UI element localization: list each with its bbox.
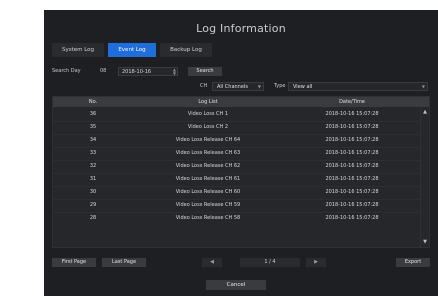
header-log-list: Log List	[198, 99, 218, 105]
channel-select[interactable]: All Channels ▼	[212, 82, 264, 91]
row-time: 2018-10-16 15:07:28	[325, 124, 379, 130]
row-no: 34	[89, 137, 97, 143]
tab-backup-log[interactable]: Backup Log	[160, 43, 212, 57]
scroll-down-icon[interactable]: ▼	[422, 239, 428, 245]
table-scrollbar[interactable]: ▲ ▼	[420, 107, 429, 247]
channel-select-value: All Channels	[217, 84, 248, 90]
type-label: Type	[274, 83, 286, 89]
search-date-value: 2018-10-16	[122, 69, 152, 75]
table-row[interactable]: 36 Video Loss CH 1 2018-10-16 15:07:28	[53, 109, 421, 120]
scroll-up-icon[interactable]: ▲	[422, 109, 428, 115]
row-log: Video Loss CH 2	[187, 124, 229, 130]
cancel-button[interactable]: Cancel	[206, 280, 266, 290]
row-log: Video Loss Release CH 59	[175, 202, 241, 208]
row-no: 33	[89, 150, 97, 156]
search-day-label: Search Day	[52, 68, 81, 74]
chevron-down-icon: ▼	[421, 84, 425, 89]
dialog-title: Log Information	[196, 22, 286, 35]
row-no: 35	[89, 124, 97, 130]
filter-row: CH All Channels ▼ Type View all ▼	[52, 82, 430, 92]
next-page-icon[interactable]: ▶	[306, 258, 326, 267]
row-no: 30	[89, 189, 97, 195]
row-log: Video Loss Release CH 60	[175, 189, 241, 195]
type-select[interactable]: View all ▼	[288, 82, 428, 91]
page-indicator: 1 / 4	[240, 258, 300, 267]
table-header: No. Log List Date/Time	[53, 97, 429, 107]
row-time: 2018-10-16 15:07:28	[325, 176, 379, 182]
row-no: 28	[89, 215, 97, 221]
search-row: Search Day 08 2018-10-16 ▲ ▼ Search	[52, 66, 432, 78]
table-row[interactable]: 30 Video Loss Release CH 60 2018-10-16 1…	[53, 187, 421, 198]
row-no: 32	[89, 163, 97, 169]
row-log: Video Loss Release CH 61	[175, 176, 241, 182]
ch-label: CH	[200, 83, 208, 89]
row-log: Video Loss Release CH 64	[175, 137, 241, 143]
chevron-down-icon: ▼	[257, 84, 261, 89]
table-row[interactable]: 28 Video Loss Release CH 58 2018-10-16 1…	[53, 213, 421, 224]
type-select-value: View all	[293, 84, 313, 90]
header-no: No.	[88, 99, 98, 105]
table-row[interactable]: 35 Video Loss CH 2 2018-10-16 15:07:28	[53, 122, 421, 133]
row-log: Video Loss Release CH 62	[175, 163, 241, 169]
row-time: 2018-10-16 15:07:28	[325, 163, 379, 169]
row-log: Video Loss Release CH 58	[175, 215, 241, 221]
row-time: 2018-10-16 15:07:28	[325, 215, 379, 221]
row-time: 2018-10-16 15:07:28	[325, 111, 379, 117]
search-button[interactable]: Search	[188, 67, 222, 76]
event-log-table: No. Log List Date/Time 36 Video Loss CH …	[52, 96, 430, 248]
table-row[interactable]: 29 Video Loss Release CH 59 2018-10-16 1…	[53, 200, 421, 211]
row-no: 36	[89, 111, 97, 117]
search-date-field[interactable]: 2018-10-16 ▲ ▼	[118, 67, 178, 76]
tab-system-log[interactable]: System Log	[52, 43, 104, 57]
tab-event-log[interactable]: Event Log	[108, 43, 156, 57]
date-prefix-label: 08	[100, 68, 107, 74]
last-page-button[interactable]: Last Page	[102, 258, 146, 267]
header-date-time: Date/Time	[339, 99, 365, 105]
table-row[interactable]: 32 Video Loss Release CH 62 2018-10-16 1…	[53, 161, 421, 172]
prev-page-icon[interactable]: ◀	[202, 258, 222, 267]
date-spin-icon: ▲ ▼	[172, 67, 176, 76]
table-row[interactable]: 34 Video Loss Release CH 64 2018-10-16 1…	[53, 135, 421, 146]
row-time: 2018-10-16 15:07:28	[325, 202, 379, 208]
row-time: 2018-10-16 15:07:28	[325, 137, 379, 143]
row-time: 2018-10-16 15:07:28	[325, 150, 379, 156]
row-time: 2018-10-16 15:07:28	[325, 189, 379, 195]
export-button[interactable]: Export	[396, 258, 430, 267]
table-row[interactable]: 33 Video Loss Release CH 63 2018-10-16 1…	[53, 148, 421, 159]
row-log: Video Loss CH 1	[187, 111, 229, 117]
first-page-button[interactable]: First Page	[52, 258, 96, 267]
log-information-dialog: Log Information System Log Event Log Bac…	[44, 10, 438, 296]
table-row[interactable]: 31 Video Loss Release CH 61 2018-10-16 1…	[53, 174, 421, 185]
row-no: 31	[89, 176, 97, 182]
row-log: Video Loss Release CH 63	[175, 150, 241, 156]
pagination-row: First Page Last Page ◀ 1 / 4 ▶ Export	[52, 258, 432, 268]
row-no: 29	[89, 202, 97, 208]
